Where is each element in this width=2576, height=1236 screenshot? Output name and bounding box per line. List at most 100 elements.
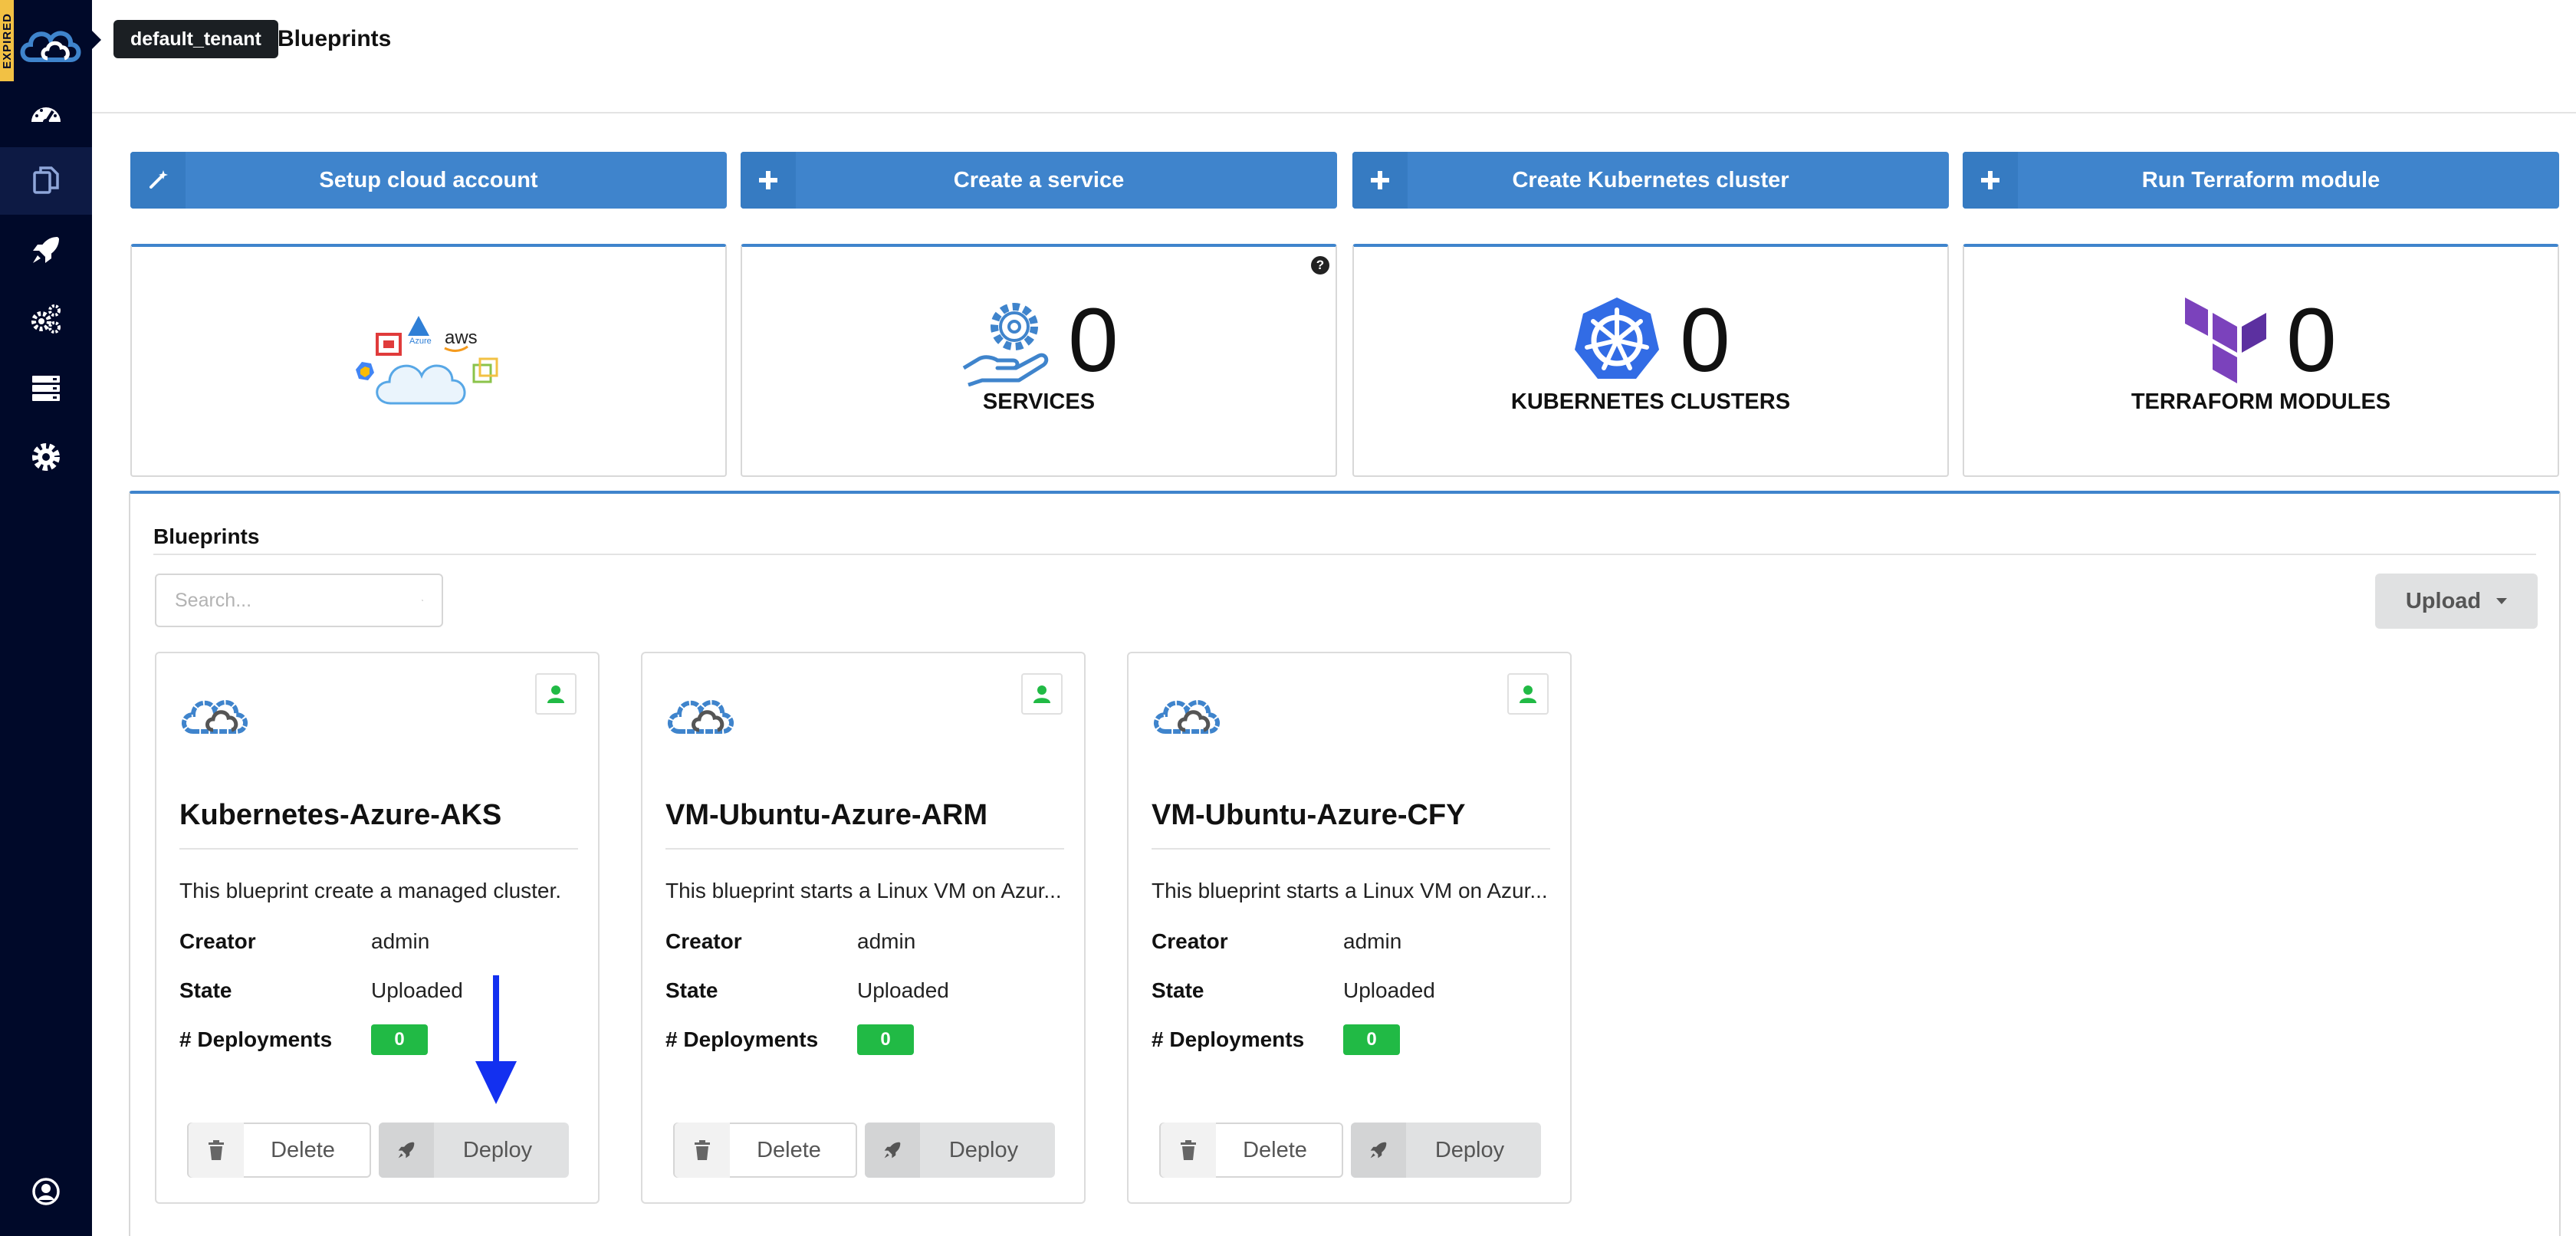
terraform-label: TERRAFORM MODULES [2131, 390, 2391, 414]
visibility-badge[interactable] [535, 673, 577, 715]
terraform-icon [2185, 297, 2267, 383]
sidebar-item-blueprints[interactable] [0, 147, 92, 215]
trash-icon [1181, 1140, 1196, 1160]
logo-pointer [92, 31, 101, 49]
kubernetes-count: 0 [1680, 290, 1730, 391]
creator-value: admin [371, 929, 430, 953]
services-label: SERVICES [982, 390, 1096, 414]
gears-icon [31, 304, 61, 334]
expired-badge: EXPIRED [0, 0, 14, 81]
search-icon[interactable] [422, 590, 423, 611]
state-label: State [1152, 978, 1204, 1002]
blueprint-description: This blueprint create a managed cluster. [179, 879, 562, 902]
sidebar-item-resources[interactable] [0, 354, 92, 422]
action-label: Run Terraform module [2141, 167, 2380, 192]
terraform-modules-card[interactable]: 0 TERRAFORM MODULES [1963, 244, 2559, 477]
deployments-label: # Deployments [179, 1027, 333, 1051]
deployments-label: # Deployments [665, 1027, 819, 1051]
delete-button[interactable]: Delete [187, 1123, 371, 1178]
create-kubernetes-cluster-button[interactable]: Create Kubernetes cluster [1352, 152, 1949, 209]
deploy-button[interactable]: Deploy [379, 1123, 569, 1178]
creator-label: Creator [665, 929, 742, 953]
blueprint-description: This blueprint starts a Linux VM on Azur… [665, 879, 1062, 902]
cloudify-logo-icon[interactable] [17, 14, 87, 69]
terraform-count: 0 [2286, 290, 2337, 391]
visibility-badge[interactable] [1021, 673, 1063, 715]
tenant-selector[interactable]: default_tenant [113, 20, 278, 58]
btn-icon-box [189, 1123, 244, 1178]
chevron-down-icon [2496, 598, 2508, 604]
trash-icon [209, 1140, 224, 1160]
sidebar-item-settings[interactable] [0, 423, 92, 491]
btn-icon-box [1161, 1123, 1216, 1178]
cloud-accounts-card[interactable]: Azure aws [130, 244, 727, 477]
gear-icon [32, 443, 60, 471]
magic-wand-icon [150, 170, 168, 189]
creator-label: Creator [1152, 929, 1228, 953]
expired-label: EXPIRED [0, 12, 14, 69]
sidebar-item-dashboard[interactable] [0, 80, 92, 147]
rocket-icon [33, 237, 59, 263]
kubernetes-stat: 0 KUBERNETES CLUSTERS [1354, 294, 1947, 415]
delete-button[interactable]: Delete [673, 1123, 857, 1178]
blueprint-card[interactable]: VM-Ubuntu-Azure-CFY This blueprint start… [1127, 652, 1572, 1204]
kubernetes-icon [1575, 297, 1660, 379]
action-icon-box [1352, 152, 1408, 209]
btn-icon-box [675, 1123, 730, 1178]
kubernetes-label: KUBERNETES CLUSTERS [1510, 390, 1791, 414]
upload-button[interactable]: Upload [2375, 574, 2538, 629]
search-input[interactable] [175, 589, 422, 612]
action-icon-box [741, 152, 796, 209]
blueprint-divider [179, 848, 578, 850]
help-icon[interactable]: ? [1311, 256, 1329, 274]
sidebar-item-deployments[interactable] [0, 216, 92, 284]
services-stat: 0 SERVICES [742, 294, 1336, 415]
action-label: Create a service [953, 167, 1125, 192]
run-terraform-module-button[interactable]: Run Terraform module [1963, 152, 2559, 209]
user-icon [1033, 685, 1050, 703]
plus-icon [1371, 171, 1389, 189]
copy-icon [33, 166, 59, 194]
plus-icon [759, 171, 777, 189]
aws-text: aws [445, 327, 478, 348]
setup-cloud-account-button[interactable]: Setup cloud account [130, 152, 727, 209]
rocket-icon [884, 1142, 901, 1159]
services-card[interactable]: ? 0 SERVICES [741, 244, 1337, 477]
deploy-button[interactable]: Deploy [1351, 1123, 1541, 1178]
visibility-badge[interactable] [1507, 673, 1549, 715]
deployments-count-badge: 0 [371, 1024, 428, 1055]
terraform-stat: 0 TERRAFORM MODULES [1964, 294, 2558, 415]
state-value: Uploaded [371, 978, 463, 1002]
action-label: Setup cloud account [319, 167, 538, 192]
state-value: Uploaded [857, 978, 949, 1002]
kubernetes-clusters-card[interactable]: 0 KUBERNETES CLUSTERS [1352, 244, 1949, 477]
btn-icon-box [865, 1123, 920, 1178]
user-icon [1520, 685, 1536, 703]
deployments-label: # Deployments [1152, 1027, 1305, 1051]
services-count: 0 [1068, 290, 1119, 391]
sidebar-item-services[interactable] [0, 285, 92, 353]
delete-label: Delete [757, 1137, 821, 1162]
sidebar: EXPIRED [0, 0, 92, 1236]
search-box[interactable] [155, 574, 443, 627]
blueprint-description: This blueprint starts a Linux VM on Azur… [1152, 879, 1548, 902]
server-icon [32, 376, 60, 401]
delete-button[interactable]: Delete [1159, 1123, 1343, 1178]
deploy-button[interactable]: Deploy [865, 1123, 1055, 1178]
deployments-count-badge: 0 [1343, 1024, 1400, 1055]
create-service-button[interactable]: Create a service [741, 152, 1337, 209]
sidebar-user-button[interactable] [0, 1161, 92, 1222]
btn-icon-box [379, 1123, 434, 1178]
blueprint-logo-icon [182, 700, 248, 734]
blueprint-name[interactable]: VM-Ubuntu-Azure-CFY [1152, 799, 1465, 832]
blueprint-name[interactable]: VM-Ubuntu-Azure-ARM [665, 799, 987, 832]
deployments-count-badge: 0 [857, 1024, 914, 1055]
plus-icon [1981, 171, 1999, 189]
blueprint-card[interactable]: VM-Ubuntu-Azure-ARM This blueprint start… [641, 652, 1086, 1204]
action-icon-box [1963, 152, 2018, 209]
blueprint-logo-icon [1154, 700, 1220, 734]
azure-text: Azure [409, 337, 432, 346]
deploy-label: Deploy [462, 1137, 533, 1162]
blueprint-name[interactable]: Kubernetes-Azure-AKS [179, 799, 501, 832]
blueprint-card[interactable]: Kubernetes-Azure-AKS This blueprint crea… [155, 652, 600, 1204]
